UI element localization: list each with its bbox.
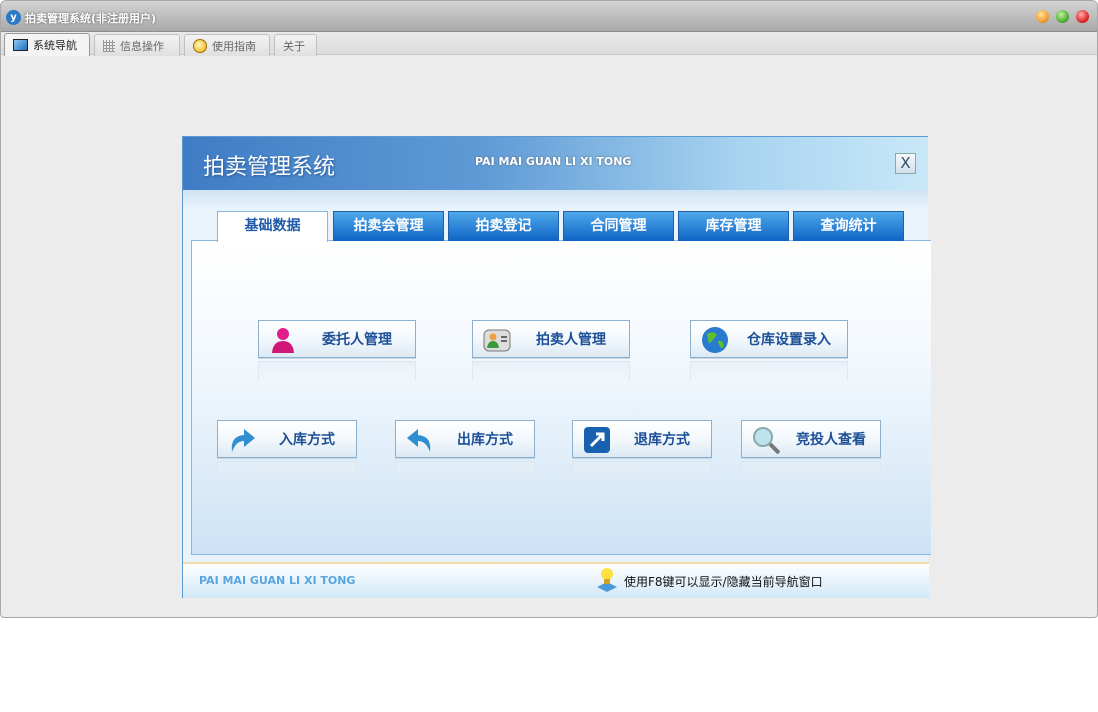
auctioneer-management-button[interactable]: 拍卖人管理 — [472, 320, 630, 380]
button-label: 退库方式 — [634, 432, 690, 448]
minimize-button[interactable] — [1036, 10, 1049, 23]
button-label: 入库方式 — [279, 432, 335, 448]
button-label: 仓库设置录入 — [747, 332, 831, 348]
app-logo-icon: y — [6, 10, 21, 25]
maximize-button[interactable] — [1056, 10, 1069, 23]
consignor-management-button[interactable]: 委托人管理 — [258, 320, 416, 380]
tab-info-ops[interactable]: 信息操作 — [94, 34, 180, 56]
dialog-title: 拍卖管理系统 — [203, 155, 336, 180]
inbound-method-button[interactable]: 入库方式 — [217, 420, 357, 480]
dialog-subtitle: PAI MAI GUAN LI XI TONG — [475, 155, 632, 168]
close-button[interactable] — [1076, 10, 1089, 23]
navigation-dialog: 拍卖管理系统 PAI MAI GUAN LI XI TONG X 委托人管理 拍… — [182, 136, 931, 598]
contact-card-icon — [483, 326, 511, 354]
tab-auction-registration[interactable]: 拍卖登记 — [448, 211, 559, 241]
footer-brand: PAI MAI GUAN LI XI TONG — [199, 574, 356, 587]
return-method-button[interactable]: 退库方式 — [572, 420, 712, 480]
app-window: y 拍卖管理系统(非注册用户) 系统导航 信息操作 使用指南 关于 拍卖管理系统… — [0, 0, 1098, 618]
warehouse-setup-button[interactable]: 仓库设置录入 — [690, 320, 848, 380]
tab-label: 系统导航 — [33, 39, 77, 52]
monitor-icon — [13, 39, 28, 51]
app-tab-bar: 系统导航 信息操作 使用指南 关于 — [1, 32, 1097, 56]
magnifier-icon — [752, 426, 781, 455]
button-label: 委托人管理 — [322, 332, 392, 348]
arrow-forward-icon — [228, 426, 256, 454]
button-label: 竞投人查看 — [796, 432, 866, 448]
f8-hint: 使用F8键可以显示/隐藏当前导航窗口 — [624, 575, 823, 589]
button-label: 出库方式 — [457, 432, 513, 448]
dialog-close-button[interactable]: X — [895, 153, 916, 174]
dialog-banner: 拍卖管理系统 PAI MAI GUAN LI XI TONG X — [183, 137, 928, 190]
bidder-view-button[interactable]: 竞投人查看 — [741, 420, 881, 480]
tab-query-statistics[interactable]: 查询统计 — [793, 211, 904, 241]
person-icon — [269, 326, 297, 354]
tab-user-guide[interactable]: 使用指南 — [184, 34, 270, 56]
tab-label: 信息操作 — [120, 39, 164, 53]
lightbulb-icon — [595, 566, 619, 594]
tab-inventory-management[interactable]: 库存管理 — [678, 211, 789, 241]
tab-system-nav[interactable]: 系统导航 — [4, 33, 90, 56]
tab-label: 关于 — [283, 39, 305, 53]
tab-label: 使用指南 — [212, 39, 256, 53]
tab-band — [183, 190, 928, 210]
grid-icon — [103, 39, 115, 52]
tab-content-panel: 委托人管理 拍卖人管理 仓库设置录入 入库方式 出库方式 退库方式 竞投人查看 — [191, 240, 931, 555]
globe-icon — [701, 326, 729, 354]
button-label: 拍卖人管理 — [536, 332, 606, 348]
tab-contract-management[interactable]: 合同管理 — [563, 211, 674, 241]
title-bar[interactable]: y 拍卖管理系统(非注册用户) — [1, 1, 1097, 32]
tab-basic-data[interactable]: 基础数据 — [217, 211, 328, 242]
tab-about[interactable]: 关于 — [274, 34, 317, 56]
arrow-back-icon — [406, 426, 434, 454]
dialog-footer: PAI MAI GUAN LI XI TONG 使用F8键可以显示/隐藏当前导航… — [183, 562, 929, 598]
window-title: 拍卖管理系统(非注册用户) — [25, 12, 157, 25]
outbound-method-button[interactable]: 出库方式 — [395, 420, 535, 480]
tab-auction-session-management[interactable]: 拍卖会管理 — [333, 211, 444, 241]
help-icon — [193, 38, 207, 53]
return-icon — [583, 426, 611, 454]
